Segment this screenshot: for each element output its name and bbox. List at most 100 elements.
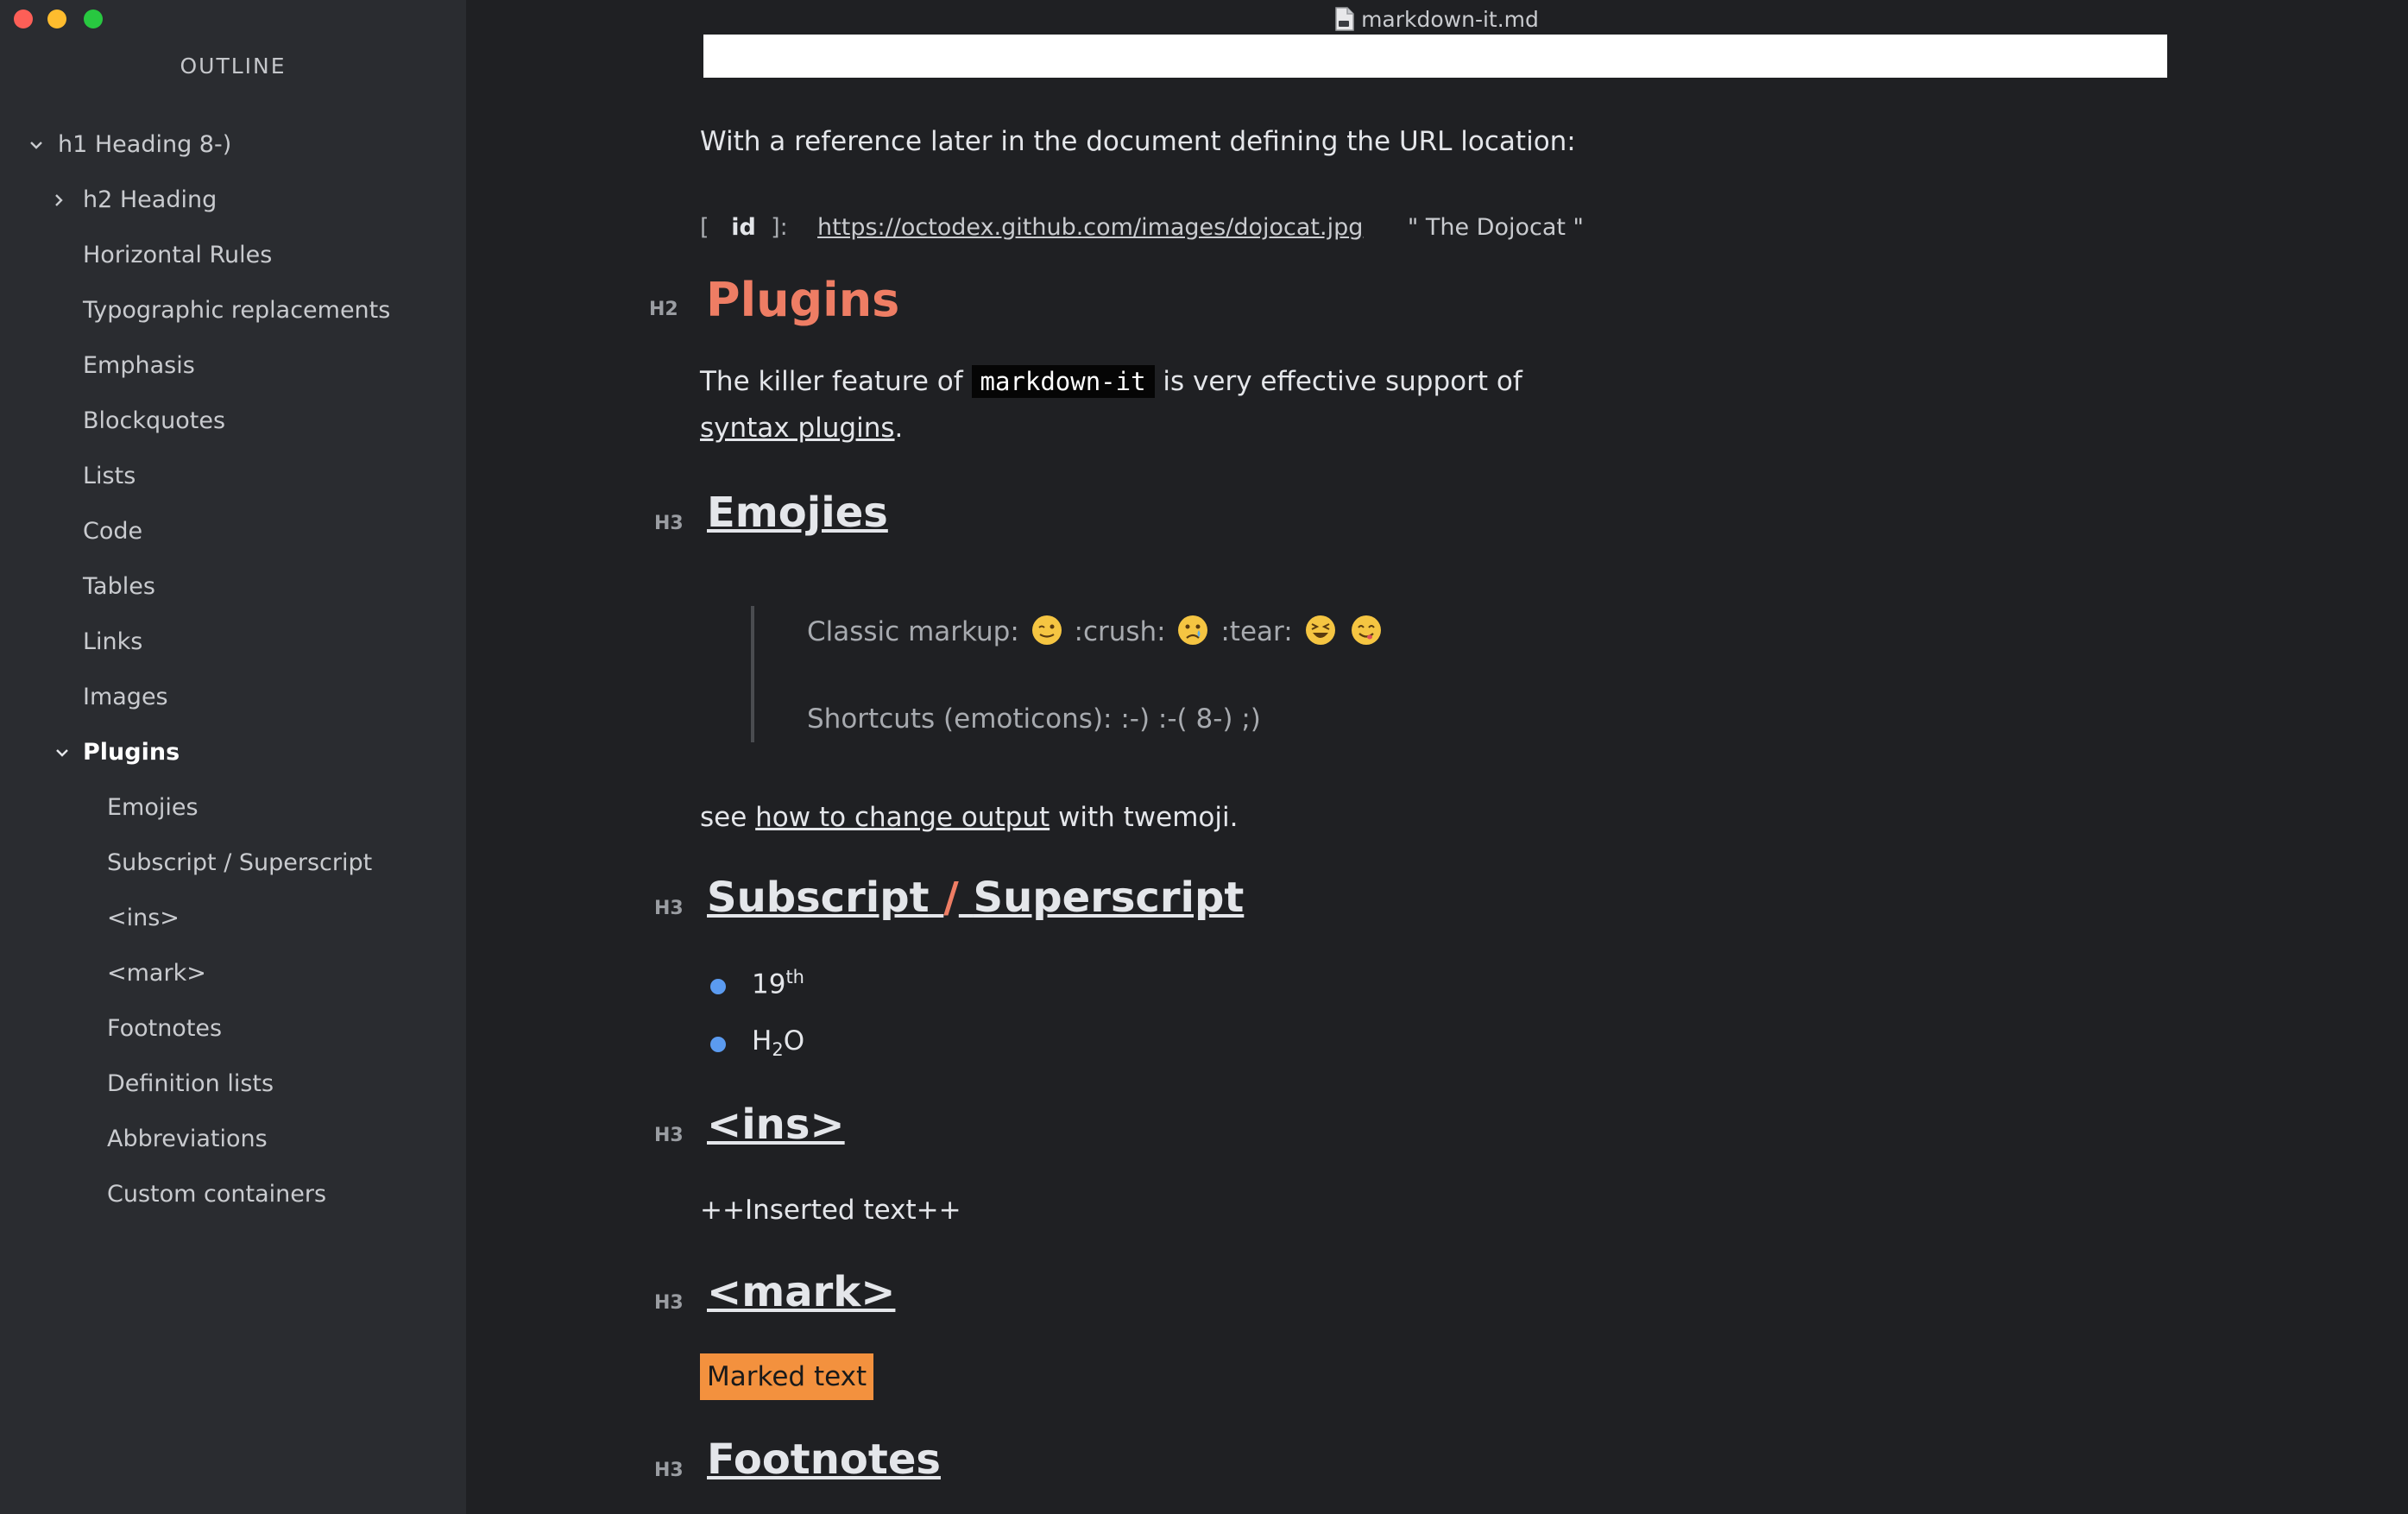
paragraph-plugins: The killer feature of markdown-it is ver… xyxy=(700,365,1522,398)
list-item-base: 19 xyxy=(752,968,786,1000)
blockquote-line-1: Classic markup: :crush: :tear: xyxy=(807,615,1385,647)
list-item-sup: th xyxy=(785,967,804,987)
classic-markup-label: Classic markup: xyxy=(807,616,1019,647)
outline-item-images[interactable]: Images xyxy=(0,670,466,725)
heading-level-label: H3 xyxy=(654,513,684,534)
outline-item-ins[interactable]: <ins> xyxy=(0,891,466,946)
outline-item-links[interactable]: Links xyxy=(0,615,466,670)
laughing-emoji-icon xyxy=(1305,615,1335,645)
outline-item-label: Custom containers xyxy=(107,1181,327,1208)
heading-level-label: H3 xyxy=(654,1292,684,1314)
title-bar: markdown-it.md xyxy=(466,0,2408,38)
chevron-down-icon[interactable] xyxy=(26,135,47,155)
list-item: 19th xyxy=(752,967,804,1000)
heading-subscript: Subscript xyxy=(707,874,930,922)
ref-id: id xyxy=(731,214,756,241)
outline-item-typographic-replacements[interactable]: Typographic replacements xyxy=(0,283,466,338)
outline-item-label: Tables xyxy=(83,573,155,600)
outline-item-blockquotes[interactable]: Blockquotes xyxy=(0,394,466,449)
window-close-button[interactable] xyxy=(14,9,33,28)
markdown-file-icon xyxy=(1335,7,1354,31)
window-maximize-button[interactable] xyxy=(84,9,103,28)
ref-url-link[interactable]: https://octodex.github.com/images/dojoca… xyxy=(817,214,1363,241)
outline-item-plugins[interactable]: Plugins xyxy=(0,725,466,780)
outline-item-custom-containers[interactable]: Custom containers xyxy=(0,1167,466,1222)
list-item-base: H xyxy=(752,1025,772,1057)
syntax-plugins-link[interactable]: syntax plugins xyxy=(700,413,895,444)
see-prefix: see xyxy=(700,802,747,833)
heading-superscript: Superscript xyxy=(973,874,1245,922)
outline-item-code[interactable]: Code xyxy=(0,504,466,559)
outline-item-mark[interactable]: <mark> xyxy=(0,946,466,1001)
outline-item-label: Links xyxy=(83,628,143,655)
outline-item-label: Footnotes xyxy=(107,1015,223,1042)
ref-close-bracket: ]: xyxy=(771,214,788,241)
inline-code: markdown-it xyxy=(971,365,1155,398)
outline-item-label: Typographic replacements xyxy=(83,297,391,324)
heading-slash: / xyxy=(943,874,959,922)
outline-item-emojies[interactable]: Emojies xyxy=(0,780,466,836)
plugins-period: . xyxy=(894,413,904,444)
outline-item-label: h2 Heading xyxy=(83,186,217,213)
crush-code: :crush: xyxy=(1074,616,1166,647)
outline-item-label: Abbreviations xyxy=(107,1126,268,1152)
heading-mark: <mark> xyxy=(707,1268,896,1316)
window-minimize-button[interactable] xyxy=(47,9,66,28)
heading-level-label: H2 xyxy=(649,299,678,320)
heading-ins: <ins> xyxy=(707,1101,845,1149)
outline-item-horizontal-rules[interactable]: Horizontal Rules xyxy=(0,228,466,283)
tear-code: :tear: xyxy=(1220,616,1293,647)
chevron-down-icon[interactable] xyxy=(52,742,72,763)
outline-item-definition-lists[interactable]: Definition lists xyxy=(0,1057,466,1112)
how-to-change-output-link[interactable]: how to change output xyxy=(755,802,1050,833)
outline-item-emphasis[interactable]: Emphasis xyxy=(0,338,466,394)
outline-item-label: Horizontal Rules xyxy=(83,242,273,268)
outline-item-footnotes[interactable]: Footnotes xyxy=(0,1001,466,1057)
outline-item-label: h1 Heading 8-) xyxy=(58,131,232,158)
outline-item-tables[interactable]: Tables xyxy=(0,559,466,615)
wink-emoji-icon xyxy=(1031,615,1062,645)
outline-item-label: Definition lists xyxy=(107,1070,274,1097)
heading-plugins: Plugins xyxy=(706,273,900,327)
plugins-text-before: The killer feature of xyxy=(700,366,963,397)
crying-emoji-icon xyxy=(1178,615,1208,645)
list-bullet xyxy=(710,1037,726,1052)
marked-text-highlight: Marked text xyxy=(700,1353,874,1400)
blockquote-line-2: Shortcuts (emoticons): :-) :-( 8-) ;) xyxy=(807,703,1261,735)
outline-item-label: Lists xyxy=(83,463,136,489)
yum-emoji-icon xyxy=(1352,615,1382,645)
heading-level-label: H3 xyxy=(654,1125,684,1146)
outline-item-label: <mark> xyxy=(107,960,206,987)
list-item-end: O xyxy=(783,1025,805,1057)
chevron-right-icon[interactable] xyxy=(48,190,69,211)
image-preview xyxy=(703,35,2167,78)
list-item-sub: 2 xyxy=(772,1039,784,1061)
outline-title: OUTLINE xyxy=(180,54,287,79)
plugins-text-after: is very effective support of xyxy=(1163,366,1522,397)
ref-title: " The Dojocat " xyxy=(1407,214,1584,241)
outline-item-h1-heading[interactable]: h1 Heading 8-) xyxy=(0,117,466,173)
window-title: markdown-it.md xyxy=(1361,6,1539,32)
outline-item-label: Subscript / Superscript xyxy=(107,849,373,876)
paragraph-ref-intro: With a reference later in the document d… xyxy=(700,126,1576,157)
outline-item-subscript-superscript[interactable]: Subscript / Superscript xyxy=(0,836,466,891)
outline-item-label: Code xyxy=(83,518,143,545)
heading-level-label: H3 xyxy=(654,898,684,919)
see-suffix: with twemoji. xyxy=(1058,802,1239,833)
outline-item-label: Emojies xyxy=(107,794,199,821)
ref-open-bracket: [ xyxy=(700,214,709,241)
blockquote-bar xyxy=(751,606,754,742)
heading-level-label: H3 xyxy=(654,1460,684,1481)
reference-definition[interactable]: [ id ]: https://octodex.github.com/image… xyxy=(700,214,1584,241)
outline-item-lists[interactable]: Lists xyxy=(0,449,466,504)
outline-item-label: Plugins xyxy=(83,739,180,766)
outline-item-label: Blockquotes xyxy=(83,407,226,434)
outline-item-abbreviations[interactable]: Abbreviations xyxy=(0,1112,466,1167)
outline-item-label: <ins> xyxy=(107,905,180,931)
list-bullet xyxy=(710,979,726,994)
outline-sidebar: OUTLINE h1 Heading 8-) h2 Heading Horizo… xyxy=(0,0,466,1514)
outline-item-h2-heading[interactable]: h2 Heading xyxy=(0,173,466,228)
list-item: H2O xyxy=(752,1025,804,1060)
heading-footnotes: Footnotes xyxy=(707,1435,941,1484)
paragraph-inserted-text: ++Inserted text++ xyxy=(700,1195,961,1226)
